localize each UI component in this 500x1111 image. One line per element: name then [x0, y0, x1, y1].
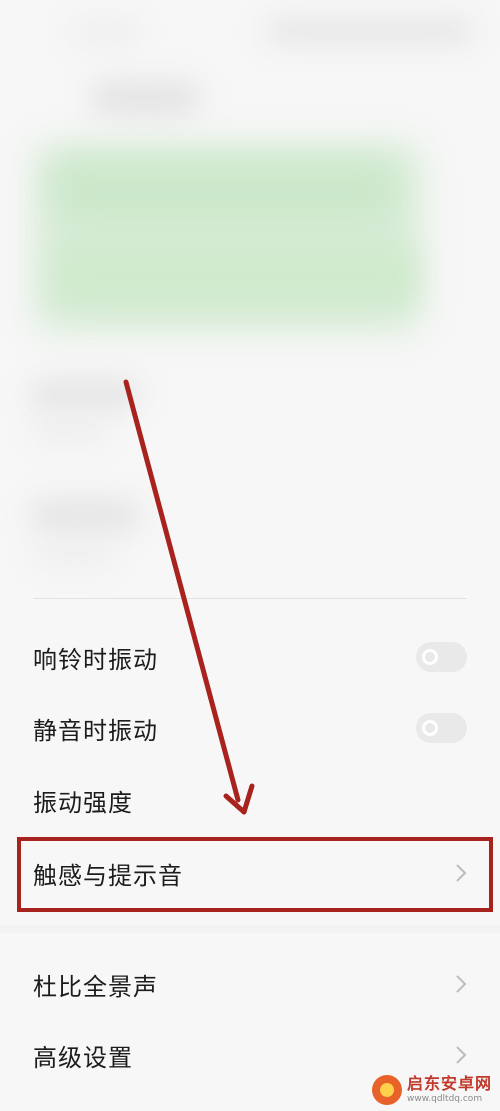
vibrate-on-ring-toggle[interactable] [416, 642, 467, 672]
blurred-row [35, 420, 105, 440]
site-watermark: 启东安卓网 www.qdltdq.com [372, 1072, 498, 1108]
section-gap [0, 925, 500, 933]
setting-label: 响铃时振动 [33, 645, 158, 674]
setting-vibration-intensity[interactable]: 振动强度 [0, 770, 500, 830]
watermark-url: www.qdltdq.com [407, 1094, 483, 1104]
blurred-title [90, 82, 200, 114]
blurred-row [30, 500, 140, 530]
blurred-status-right [265, 18, 475, 44]
setting-label: 高级设置 [33, 1043, 133, 1072]
blurred-green-row [55, 245, 415, 305]
setting-dolby-atmos[interactable]: 杜比全景声 [0, 954, 500, 1014]
watermark-title: 启东安卓网 [407, 1074, 493, 1093]
chevron-right-icon [454, 974, 468, 994]
chevron-right-icon [454, 1045, 468, 1065]
blurred-green-row [55, 160, 395, 220]
blurred-content [0, 0, 500, 600]
divider [33, 598, 467, 599]
setting-vibrate-on-silent[interactable]: 静音时振动 [0, 698, 500, 758]
setting-label: 杜比全景声 [33, 972, 158, 1001]
blurred-row [30, 380, 140, 408]
vibrate-on-silent-toggle[interactable] [416, 713, 467, 743]
blurred-status-left [70, 22, 140, 42]
toggle-knob [422, 720, 438, 736]
setting-label: 静音时振动 [33, 716, 158, 745]
annotation-highlight-box [17, 837, 493, 912]
setting-vibrate-on-ring[interactable]: 响铃时振动 [0, 627, 500, 687]
watermark-text: 启东安卓网 www.qdltdq.com [407, 1076, 492, 1104]
watermark-logo-icon [372, 1075, 402, 1105]
setting-label: 振动强度 [33, 788, 133, 817]
toggle-knob [422, 649, 438, 665]
settings-screen: 响铃时振动 静音时振动 振动强度 触感与提示音 杜比全景声 高级设置 启东安卓网… [0, 0, 500, 1111]
blurred-row [35, 545, 115, 563]
